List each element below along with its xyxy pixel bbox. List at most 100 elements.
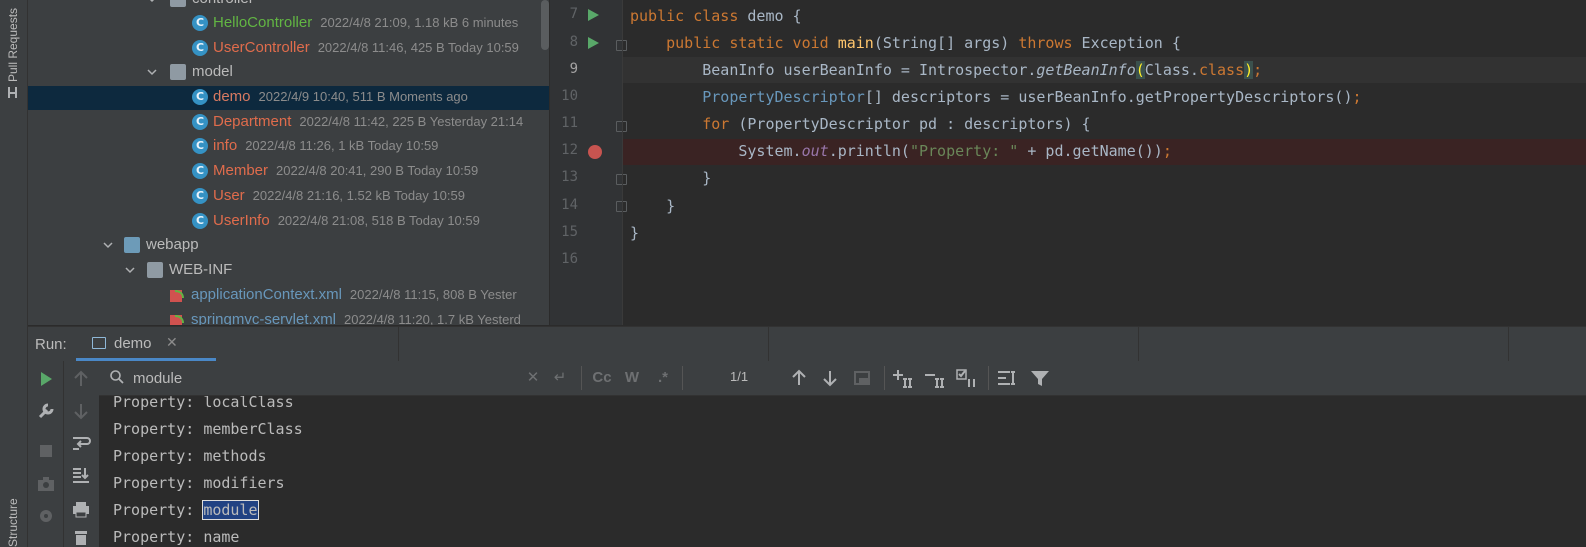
run-tool-window-header: Run: demo ✕ bbox=[28, 326, 1586, 362]
tree-item-label: model bbox=[192, 63, 233, 80]
close-icon[interactable]: ✕ bbox=[166, 335, 178, 351]
line-number: 12 bbox=[561, 142, 578, 158]
soft-wrap-icon[interactable] bbox=[71, 433, 91, 453]
filter-icon[interactable] bbox=[1029, 367, 1051, 389]
tree-row-usercontroller[interactable]: C UserController 2022/4/8 11:46, 425 B To… bbox=[28, 37, 549, 61]
trash-icon[interactable] bbox=[71, 527, 91, 547]
class-icon: C bbox=[192, 114, 208, 130]
code-line-7: public class demo { bbox=[630, 7, 802, 25]
folder-icon bbox=[147, 262, 163, 278]
run-main-icon[interactable] bbox=[588, 37, 599, 49]
search-input[interactable] bbox=[133, 367, 523, 389]
file-meta: 2022/4/8 11:42, 225 B Yesterday 21:14 bbox=[299, 114, 524, 129]
whole-words-button[interactable]: W bbox=[621, 367, 643, 389]
wrench-icon[interactable] bbox=[36, 401, 56, 421]
runnable-class-icon: C bbox=[192, 89, 208, 105]
camera-icon[interactable] bbox=[36, 474, 56, 494]
chevron-down-icon[interactable] bbox=[124, 264, 136, 276]
match-case-button[interactable]: Cc bbox=[590, 367, 614, 389]
run-class-icon[interactable] bbox=[588, 9, 599, 21]
console-line: Property: memberClass bbox=[113, 420, 303, 438]
tree-row-springmvc-servlet[interactable]: springmvc-servlet.xml 2022/4/8 11:20, 1.7… bbox=[28, 309, 549, 325]
search-icon[interactable] bbox=[109, 369, 125, 385]
tree-row-model[interactable]: model bbox=[28, 61, 549, 85]
package-folder-icon bbox=[170, 64, 186, 80]
tree-row-demo[interactable]: C demo 2022/4/9 10:40, 511 B Moments ago bbox=[28, 86, 549, 110]
chevron-down-icon[interactable] bbox=[146, 0, 158, 5]
search-match-highlight: module bbox=[202, 500, 259, 520]
tree-row-department[interactable]: C Department 2022/4/8 11:42, 225 B Yester… bbox=[28, 111, 549, 135]
package-folder-icon bbox=[170, 0, 186, 7]
print-icon[interactable] bbox=[71, 499, 91, 519]
tree-row-controller[interactable]: controller bbox=[28, 0, 549, 12]
stop-icon[interactable] bbox=[36, 441, 56, 461]
line-number: 8 bbox=[569, 34, 578, 50]
tree-row-webapp[interactable]: webapp bbox=[28, 234, 549, 258]
class-icon: C bbox=[192, 188, 208, 204]
settings-icon[interactable] bbox=[36, 506, 56, 526]
new-line-icon[interactable]: ↵ bbox=[549, 367, 571, 389]
run-tab-demo[interactable]: demo ✕ bbox=[76, 327, 216, 361]
console-search-bar: ✕ ↵ Cc W .* 1/1 bbox=[99, 361, 1586, 396]
rerun-icon[interactable] bbox=[36, 369, 56, 389]
header-divider bbox=[398, 327, 399, 361]
line-number: 10 bbox=[561, 88, 578, 104]
line-number: 13 bbox=[561, 169, 578, 185]
console-line: Property: module bbox=[113, 500, 259, 520]
file-meta: 2022/4/8 11:26, 1 kB Today 10:59 bbox=[245, 138, 439, 153]
search-divider bbox=[884, 366, 885, 390]
tree-row-userinfo[interactable]: C UserInfo 2022/4/8 21:08, 518 B Today 10… bbox=[28, 210, 549, 234]
line-number: 7 bbox=[569, 6, 578, 22]
filter-options-icon[interactable] bbox=[996, 367, 1018, 389]
clear-search-icon[interactable]: ✕ bbox=[524, 367, 542, 389]
header-divider bbox=[768, 327, 769, 361]
header-divider bbox=[1138, 327, 1139, 361]
code-line-8: public static void main(String[] args) t… bbox=[630, 34, 1181, 52]
code-editor[interactable]: 7 8 9 10 11 12 13 14 15 16 public class … bbox=[550, 0, 1586, 325]
tree-row-hellocontroller[interactable]: C HelloController 2022/4/8 21:09, 1.18 kB… bbox=[28, 12, 549, 36]
remove-pattern-icon[interactable] bbox=[924, 367, 948, 389]
file-meta: 2022/4/8 21:16, 1.52 kB Today 10:59 bbox=[252, 188, 465, 203]
class-icon: C bbox=[192, 138, 208, 154]
tree-scrollbar[interactable] bbox=[541, 0, 549, 50]
editor-gutter[interactable]: 7 8 9 10 11 12 13 14 15 16 bbox=[550, 0, 627, 325]
tree-row-web-inf[interactable]: WEB-INF bbox=[28, 259, 549, 283]
code-line-10: PropertyDescriptor[] descriptors = userB… bbox=[630, 88, 1362, 106]
add-pattern-icon[interactable] bbox=[892, 367, 916, 389]
pull-requests-tab[interactable]: Pull Requests bbox=[6, 8, 20, 82]
code-line-9: BeanInfo userBeanInfo = Introspector.get… bbox=[630, 61, 1263, 79]
line-number: 11 bbox=[561, 115, 578, 131]
arrow-up-icon[interactable] bbox=[71, 369, 91, 389]
run-toolbar bbox=[28, 361, 63, 547]
class-icon: C bbox=[192, 213, 208, 229]
regex-button[interactable]: .* bbox=[652, 367, 674, 389]
select-all-occurrences-icon[interactable] bbox=[852, 367, 872, 389]
code-line-14: } bbox=[630, 197, 676, 215]
arrow-down-icon[interactable] bbox=[71, 401, 91, 421]
tree-item-label: applicationContext.xml bbox=[191, 286, 342, 303]
scroll-to-end-icon[interactable] bbox=[71, 465, 91, 485]
tree-row-member[interactable]: C Member 2022/4/8 20:41, 290 B Today 10:5… bbox=[28, 160, 549, 184]
structure-tab[interactable]: Structure bbox=[6, 498, 20, 547]
console-output[interactable]: Property: localClass Property: memberCla… bbox=[99, 396, 1586, 547]
console-line: Property: localClass bbox=[113, 396, 294, 411]
header-divider bbox=[1508, 327, 1509, 361]
tree-item-label: HelloController bbox=[213, 14, 313, 31]
breakpoint-icon[interactable] bbox=[588, 145, 602, 159]
class-icon: C bbox=[192, 15, 208, 31]
tree-row-user[interactable]: C User 2022/4/8 21:16, 1.52 kB Today 10:5… bbox=[28, 185, 549, 209]
file-meta: 2022/4/8 11:15, 808 B Yester bbox=[349, 287, 517, 302]
tree-item-label: controller bbox=[192, 0, 254, 7]
tree-row-info[interactable]: C info 2022/4/8 11:26, 1 kB Today 10:59 bbox=[28, 135, 549, 159]
code-line-12: System.out.println("Property: " + pd.get… bbox=[630, 142, 1172, 160]
previous-occurrence-icon[interactable] bbox=[789, 367, 809, 389]
next-occurrence-icon[interactable] bbox=[820, 367, 840, 389]
run-label: Run: bbox=[35, 336, 67, 353]
select-pattern-icon[interactable] bbox=[956, 367, 980, 389]
chevron-down-icon[interactable] bbox=[102, 239, 114, 251]
tree-item-label: WEB-INF bbox=[169, 261, 233, 278]
tree-item-label: User bbox=[213, 187, 245, 204]
code-line-11: for (PropertyDescriptor pd : descriptors… bbox=[630, 115, 1091, 133]
chevron-down-icon[interactable] bbox=[146, 66, 158, 78]
tree-row-applicationcontext[interactable]: applicationContext.xml 2022/4/8 11:15, 80… bbox=[28, 284, 549, 308]
